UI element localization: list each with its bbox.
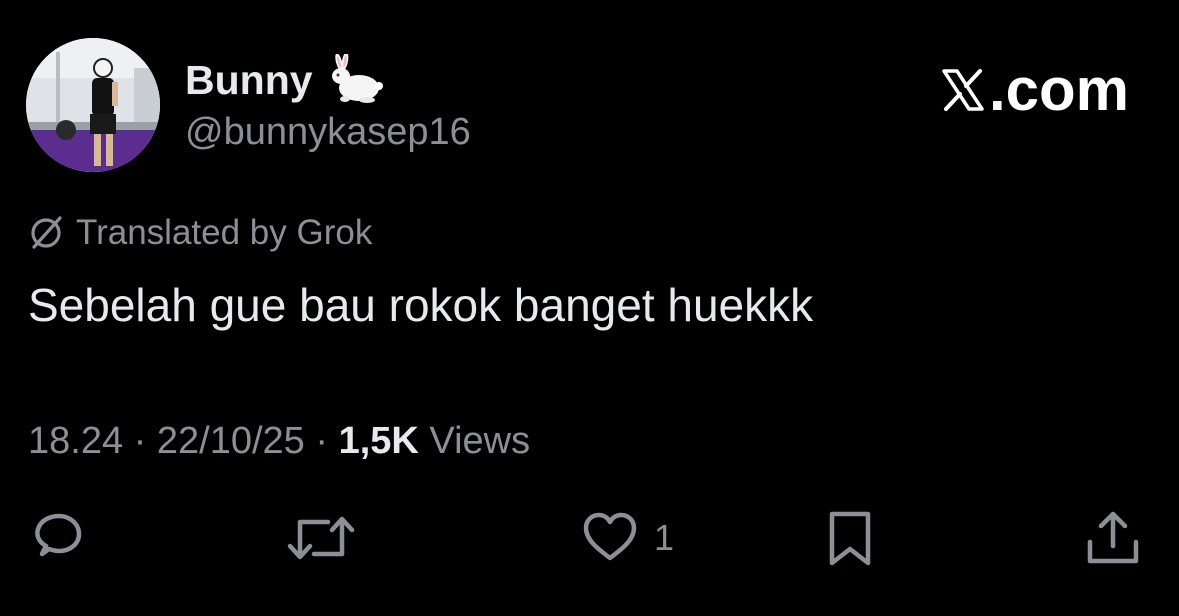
x-logo-icon — [942, 69, 984, 111]
tweet-time[interactable]: 18.24 — [28, 420, 123, 462]
views-label: Views — [429, 420, 531, 462]
meta-separator: · — [315, 420, 329, 462]
grok-icon — [31, 216, 62, 249]
like-button[interactable]: 1 — [580, 510, 674, 566]
share-button[interactable] — [1084, 510, 1142, 568]
bookmark-icon — [829, 511, 871, 566]
retweet-icon — [287, 516, 355, 560]
retweet-button[interactable] — [286, 510, 356, 566]
translation-notice[interactable]: Translated by Grok — [28, 212, 372, 254]
like-count: 1 — [654, 517, 675, 558]
avatar[interactable] — [26, 38, 160, 172]
tweet-date[interactable]: 22/10/25 — [157, 420, 305, 462]
bookmark-button[interactable] — [824, 510, 876, 568]
views-count[interactable]: 1,5K — [339, 420, 419, 462]
brand-domain-text: .com — [988, 56, 1129, 123]
tweet-meta: 18.24 · 22/10/25 · 1,5K Views — [28, 418, 530, 464]
reply-icon — [35, 513, 82, 557]
author-name-row: Bunny — [185, 54, 385, 106]
tweet-text: Sebelah gue bau rokok banget huekkk — [28, 279, 814, 331]
author-display-name[interactable]: Bunny — [185, 56, 313, 104]
x-com-watermark: .com — [939, 58, 1129, 122]
author-handle[interactable]: @bunnykasep16 — [185, 110, 471, 154]
heart-icon — [583, 512, 637, 561]
translation-label: Translated by Grok — [76, 213, 373, 252]
share-icon — [1087, 511, 1139, 564]
rabbit-emoji-icon — [331, 54, 383, 103]
reply-button[interactable] — [30, 510, 86, 566]
tweet-actions: 1 — [0, 510, 1179, 580]
avatar-photo — [26, 38, 160, 172]
meta-separator: · — [133, 420, 147, 462]
